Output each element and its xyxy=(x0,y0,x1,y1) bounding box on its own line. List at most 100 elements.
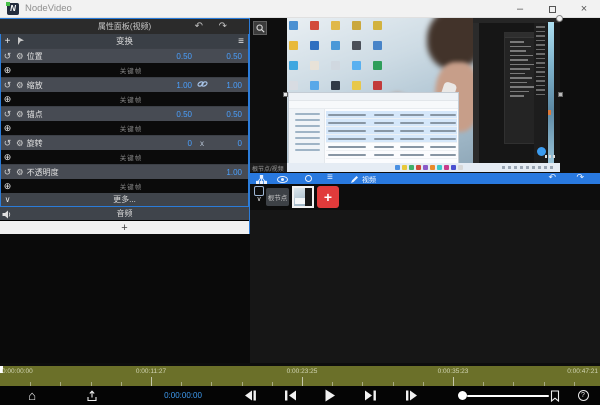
explorer-file-row xyxy=(326,111,457,119)
audio-section-header[interactable]: 音频 xyxy=(0,207,249,220)
jump-to-start-button[interactable] xyxy=(280,386,300,405)
next-frame-button[interactable] xyxy=(401,386,421,405)
property-row-rotation: ↺ ⚙ 旋转 0 x 0 xyxy=(1,135,248,150)
breadcrumb: 根节点/视频 xyxy=(250,163,287,172)
undo-icon[interactable]: ↶ xyxy=(548,172,556,183)
property-label: 锚点 xyxy=(27,109,146,120)
bookmark-button[interactable] xyxy=(547,386,563,405)
video-canvas[interactable] xyxy=(287,18,560,172)
zoom-tool-button[interactable] xyxy=(253,21,267,35)
add-node-button[interactable]: + xyxy=(317,186,339,208)
preview-viewport[interactable]: 根节点/视频 xyxy=(250,18,600,173)
rotate-handle[interactable] xyxy=(556,15,563,22)
properties-panel-header: 属性面板(视频) ↶ ↷ xyxy=(0,19,249,34)
ruler-timestamp: 0:00:00:00 xyxy=(2,368,33,375)
eye-icon[interactable] xyxy=(277,176,288,183)
preview-pane: 根节点/视频 ≡ 视频 ↶ ↷ ∨ 根节点 xyxy=(250,18,600,363)
link-icon[interactable] xyxy=(192,80,212,90)
timeline-ruler[interactable]: 0:00:00:000:00:11:270:00:23:250:00:35:23… xyxy=(0,363,600,386)
node-tree-icon[interactable] xyxy=(256,175,267,184)
desktop-icon xyxy=(352,81,361,90)
window-controls: – × xyxy=(504,0,600,18)
slider-track[interactable] xyxy=(467,395,549,398)
value-field[interactable]: 0.50 xyxy=(212,52,242,61)
keyframe-row: ⊕ 关键帧 xyxy=(1,63,248,77)
add-keyframe-icon[interactable]: ⊕ xyxy=(1,150,14,164)
desktop-icon xyxy=(310,41,319,50)
circle-icon[interactable] xyxy=(305,175,312,182)
property-row-scale: ↺ ⚙ 缩放 1.00 1.00 xyxy=(1,77,248,92)
desktop-icon xyxy=(331,41,340,50)
reset-icon[interactable]: ↺ xyxy=(1,49,14,64)
home-button[interactable]: ⌂ xyxy=(22,386,42,405)
desktop-icon xyxy=(310,21,319,30)
property-row-anchor: ↺ ⚙ 锚点 0.50 0.50 xyxy=(1,106,248,121)
value-field[interactable]: 0.50 xyxy=(146,110,192,119)
redo-icon[interactable]: ↷ xyxy=(576,172,584,183)
pencil-icon[interactable] xyxy=(350,175,359,184)
keyframe-label: 关键帧 xyxy=(14,152,248,162)
desktop-icon xyxy=(331,81,340,90)
play-button[interactable] xyxy=(320,386,340,405)
reset-icon[interactable]: ↺ xyxy=(1,107,14,122)
jump-to-end-button[interactable] xyxy=(360,386,380,405)
value-field[interactable]: 1.00 xyxy=(212,168,242,177)
left-empty-area xyxy=(0,234,250,363)
desktop-icon xyxy=(373,81,382,90)
add-keyframe-icon[interactable]: ⊕ xyxy=(1,121,14,135)
collapse-node-button[interactable]: ∨ xyxy=(253,186,265,204)
desktop-icon xyxy=(310,61,319,70)
root-node-button[interactable]: 根节点 xyxy=(266,188,289,206)
menu-icon[interactable]: ≡ xyxy=(327,172,333,183)
reset-icon[interactable]: ↺ xyxy=(1,78,14,93)
desktop-icon xyxy=(373,61,382,70)
reset-icon[interactable]: ↺ xyxy=(1,165,14,180)
transform-handle-left[interactable] xyxy=(283,92,288,97)
add-keyframe-icon[interactable]: ⊕ xyxy=(1,63,14,77)
property-label: 旋转 xyxy=(27,138,146,149)
export-button[interactable] xyxy=(82,386,102,405)
prev-frame-button[interactable] xyxy=(240,386,260,405)
value-field[interactable]: 1.00 xyxy=(146,81,192,90)
minimize-button[interactable]: – xyxy=(504,0,536,18)
speed-slider[interactable] xyxy=(455,386,555,405)
gear-icon[interactable]: ⚙ xyxy=(16,80,24,91)
ruler-bar[interactable]: 0:00:00:000:00:11:270:00:23:250:00:35:23… xyxy=(0,366,600,386)
add-keyframe-icon[interactable]: ⊕ xyxy=(1,92,14,106)
desktop-icon xyxy=(289,41,298,50)
bookmark-icon xyxy=(550,390,560,402)
property-label: 缩放 xyxy=(27,80,146,91)
more-properties-button[interactable]: ∨ 更多... xyxy=(1,193,248,206)
transform-section: + 变换 ≡ ↺ ⚙ 位置 0.50 0.50 ⊕ 关键帧 ↺ xyxy=(0,34,249,207)
desktop-icon xyxy=(331,21,340,30)
section-menu-icon[interactable]: ≡ xyxy=(238,36,244,47)
value-field[interactable]: 0.50 xyxy=(146,52,192,61)
value-field[interactable]: 0 xyxy=(212,139,242,148)
chevron-down-icon: ∨ xyxy=(253,196,265,204)
close-button[interactable]: × xyxy=(568,0,600,18)
maximize-button[interactable] xyxy=(536,0,568,18)
ruler-timestamp: 0:00:35:23 xyxy=(438,368,469,375)
value-field[interactable]: 0 xyxy=(146,139,192,148)
gear-icon[interactable]: ⚙ xyxy=(16,109,24,120)
gear-icon[interactable]: ⚙ xyxy=(16,51,24,62)
undo-icon[interactable]: ↶ xyxy=(195,20,203,33)
desktop-icon xyxy=(289,81,298,90)
video-layer-thumbnail[interactable] xyxy=(292,186,314,208)
audio-label: 音频 xyxy=(0,208,249,219)
slider-knob[interactable] xyxy=(458,391,467,400)
layer-name-label: 视频 xyxy=(362,175,376,185)
maximize-icon xyxy=(549,6,556,13)
value-field[interactable]: 0.50 xyxy=(212,110,242,119)
redo-icon[interactable]: ↷ xyxy=(219,20,227,33)
reset-icon[interactable]: ↺ xyxy=(1,136,14,151)
transform-handle-right[interactable] xyxy=(558,92,563,97)
add-keyframe-icon[interactable]: ⊕ xyxy=(1,179,14,193)
gear-icon[interactable]: ⚙ xyxy=(16,138,24,149)
help-button[interactable]: ? xyxy=(575,386,591,405)
add-track-button[interactable]: + xyxy=(0,221,249,234)
explorer-file-row xyxy=(326,119,457,127)
value-field[interactable]: 1.00 xyxy=(212,81,242,90)
gear-icon[interactable]: ⚙ xyxy=(16,167,24,178)
property-label: 位置 xyxy=(27,51,146,62)
